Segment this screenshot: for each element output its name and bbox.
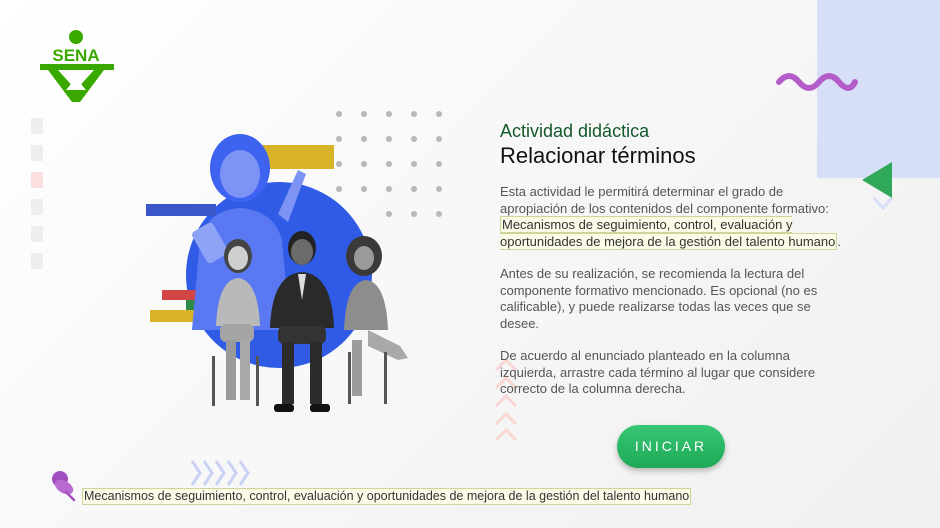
component-highlight: Mecanismos de seguimiento, control, eval… xyxy=(500,216,838,250)
activity-page: SENA Actividad didáctica Relacionar térm… xyxy=(0,0,940,528)
pushpin-icon xyxy=(52,471,76,502)
dot-grid-decoration xyxy=(336,111,442,217)
triangle-decoration xyxy=(862,162,892,198)
man-seated-center-figure xyxy=(270,231,334,412)
recommendation-paragraph: Antes de su realización, se recomienda l… xyxy=(500,266,818,331)
square-column-decoration xyxy=(31,118,45,278)
start-button[interactable]: INICIAR xyxy=(617,425,725,468)
activity-title: Relacionar términos xyxy=(500,143,696,168)
footer-component-title: Mecanismos de seguimiento, control, eval… xyxy=(82,488,692,505)
sena-logo: SENA xyxy=(40,30,114,102)
activity-subtitle: Actividad didáctica xyxy=(500,121,650,141)
svg-text:SENA: SENA xyxy=(52,46,99,65)
wave-decoration xyxy=(776,73,858,91)
woman-seated-right-figure xyxy=(344,236,408,404)
activity-content: Actividad didáctica Relacionar términos … xyxy=(500,120,845,414)
intro-paragraph: Esta actividad le permitirá determinar e… xyxy=(500,184,845,250)
intro-text: Esta actividad le permitirá determinar e… xyxy=(500,184,829,216)
woman-seated-left-figure xyxy=(212,239,260,406)
chevron-decoration xyxy=(872,196,894,211)
chevrons-decoration-bottom xyxy=(190,460,250,486)
instructions-paragraph: De acuerdo al enunciado planteado en la … xyxy=(500,348,816,396)
intro-period: . xyxy=(837,233,841,249)
